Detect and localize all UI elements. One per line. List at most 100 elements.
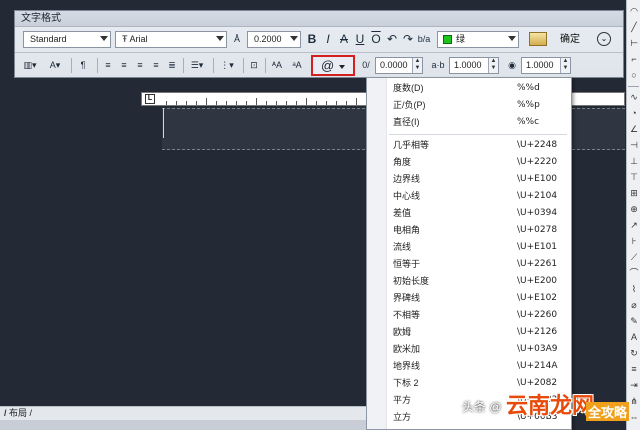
radius-tool-icon[interactable]: ◔	[629, 108, 639, 118]
undo-icon[interactable]: ↶	[385, 31, 399, 48]
dim-style-icon[interactable]: ≡	[629, 364, 639, 374]
ruler-toggle-icon[interactable]	[529, 32, 547, 46]
curve-tool-icon[interactable]: ∿	[629, 92, 639, 102]
paragraph-icon[interactable]: ¶	[75, 57, 91, 74]
menu-item-label: 初始长度	[393, 276, 430, 286]
measure-tool-icon[interactable]: ⊢	[629, 38, 639, 48]
menu-item-monument-line[interactable]: 界碑线 \U+E102	[367, 290, 571, 307]
dim-update-icon[interactable]: ↻	[629, 348, 639, 358]
menu-item-delta[interactable]: 差值 \U+0394	[367, 205, 571, 222]
menu-item-boundary-line[interactable]: 边界线 \U+E100	[367, 171, 571, 188]
line-spacing-icon[interactable]: ☰▾	[187, 57, 207, 74]
text-height-select[interactable]: 0.2000	[247, 31, 301, 48]
linear-dim-icon[interactable]: ⊣	[629, 140, 639, 150]
tracking-input[interactable]: 1.0000 ▲ ▼	[449, 57, 499, 74]
strikethrough-button[interactable]: A	[337, 31, 351, 48]
tab-nav-icon[interactable]: /	[27, 408, 33, 418]
menu-item-property-line[interactable]: 地界线 \U+214A	[367, 358, 571, 375]
separator	[243, 58, 244, 73]
font-select[interactable]: Ŧ Arial	[115, 31, 227, 48]
italic-button[interactable]: I	[321, 31, 335, 48]
mtext-justify-icon[interactable]: A▾	[45, 57, 65, 74]
style-select[interactable]: Standard	[23, 31, 111, 48]
overline-button[interactable]: O	[369, 31, 383, 48]
distribute-icon[interactable]: ≣	[165, 57, 179, 74]
menu-item-ohm[interactable]: 欧姆 \U+2126	[367, 324, 571, 341]
menu-item-initial-length[interactable]: 初始长度 \U+E200	[367, 273, 571, 290]
leader-icon[interactable]: ↗	[629, 220, 639, 230]
menu-item-code: \U+2104	[517, 191, 558, 201]
uppercase-icon[interactable]: ᴬA	[269, 57, 285, 74]
diameter-icon[interactable]: ⌀	[629, 300, 639, 310]
aligned-dim-icon[interactable]: ⟋	[629, 252, 639, 262]
bold-button[interactable]: B	[305, 31, 319, 48]
jogged-icon[interactable]: ⌇	[629, 284, 639, 294]
menu-item-omega[interactable]: 欧米加 \U+03A9	[367, 341, 571, 358]
dim-edit-icon[interactable]: ✎	[629, 316, 639, 326]
menu-item-not-equal[interactable]: 不相等 \U+2260	[367, 307, 571, 324]
dim-text-icon[interactable]: A	[629, 332, 639, 342]
menu-item-label: 界碑线	[393, 293, 421, 303]
redo-icon[interactable]: ↷	[401, 31, 415, 48]
center-mark-icon[interactable]: ⊕	[629, 204, 639, 214]
dim-tool-icon[interactable]: ⌐	[629, 54, 639, 64]
window-title[interactable]: 文字格式	[15, 11, 623, 27]
color-select[interactable]: 绿	[437, 31, 519, 48]
space-dim-icon[interactable]: ⇔	[629, 412, 639, 422]
ruler-tick	[166, 101, 167, 105]
stack-icon[interactable]: b/a	[417, 31, 431, 48]
columns-icon[interactable]: ▥▾	[21, 57, 39, 74]
tab-layout[interactable]: 布局	[9, 408, 27, 418]
width-factor-value: 1.0000	[526, 60, 554, 70]
ok-button[interactable]: 确定	[553, 31, 587, 48]
underline-button[interactable]: U	[353, 31, 367, 48]
width-factor-input[interactable]: 1.0000 ▲ ▼	[521, 57, 571, 74]
insert-field-icon[interactable]: ⊡	[247, 57, 261, 74]
menu-item-code: %%d	[517, 83, 540, 93]
menu-item-label: 流线	[393, 242, 412, 252]
menu-item-identity[interactable]: 恒等于 \U+2261	[367, 256, 571, 273]
break-dim-icon[interactable]: ⋔	[629, 396, 639, 406]
arc-length-icon[interactable]: ⌒	[629, 268, 639, 278]
tolerance-icon[interactable]: ⊞	[629, 188, 639, 198]
justify-icon[interactable]: ≡	[149, 57, 163, 74]
options-icon[interactable]: ⌄	[597, 32, 611, 46]
numbering-icon[interactable]: ⋮▾	[217, 57, 237, 74]
menu-item-code: \U+214A	[517, 361, 558, 371]
menu-item-label: 角度	[393, 157, 412, 167]
spinner-icon[interactable]: ▲ ▼	[488, 58, 498, 73]
arc-tool-icon[interactable]: ◠	[629, 6, 639, 16]
menu-item-code: \U+2260	[517, 310, 558, 320]
menu-item-diameter[interactable]: 直径(I) %%c	[367, 114, 571, 131]
oblique-value: 0.0000	[380, 60, 408, 70]
menu-item-plus-minus[interactable]: 正/负(P) %%p	[367, 97, 571, 114]
align-center-icon[interactable]: ≡	[117, 57, 131, 74]
symbol-button[interactable]: @	[311, 55, 355, 76]
line-tool-icon[interactable]: ╱	[629, 22, 639, 32]
circle-tool-icon[interactable]: ○	[629, 70, 639, 80]
oblique-angle-input[interactable]: 0.0000 ▲ ▼	[375, 57, 423, 74]
paragraph-row: ▥▾ A▾ ¶ ≡ ≡ ≡ ≡ ≣ ☰▾ ⋮▾ ⊡ ᴬA ᵃA @ 0/ 0.0…	[19, 55, 623, 77]
menu-item-center-line[interactable]: 中心线 \U+2104	[367, 188, 571, 205]
angle-tool-icon[interactable]: ∠	[629, 124, 639, 134]
quick-dim-icon[interactable]: ⇥	[629, 380, 639, 390]
baseline-dim-icon[interactable]: ⊥	[629, 156, 639, 166]
tab-type-icon[interactable]: L	[145, 94, 155, 104]
lowercase-icon[interactable]: ᵃA	[289, 57, 305, 74]
chevron-down-icon	[339, 65, 345, 69]
ruler-tick	[286, 101, 287, 105]
menu-item-flow-line[interactable]: 流线 \U+E101	[367, 239, 571, 256]
spinner-icon[interactable]: ▲ ▼	[412, 58, 422, 73]
menu-item-almost-equal[interactable]: 几乎相等 \U+2248	[367, 137, 571, 154]
continue-dim-icon[interactable]: ⊤	[629, 172, 639, 182]
menu-item-degrees[interactable]: 度数(D) %%d	[367, 80, 571, 97]
style-value: Standard	[30, 34, 67, 44]
ruler-tick	[336, 101, 337, 105]
menu-item-angle[interactable]: 角度 \U+2220	[367, 154, 571, 171]
spinner-icon[interactable]: ▲ ▼	[560, 58, 570, 73]
ordinate-icon[interactable]: ⊦	[629, 236, 639, 246]
menu-item-electrical-phase[interactable]: 电相角 \U+0278	[367, 222, 571, 239]
align-left-icon[interactable]: ≡	[101, 57, 115, 74]
menu-item-code: \U+2126	[517, 327, 558, 337]
align-right-icon[interactable]: ≡	[133, 57, 147, 74]
